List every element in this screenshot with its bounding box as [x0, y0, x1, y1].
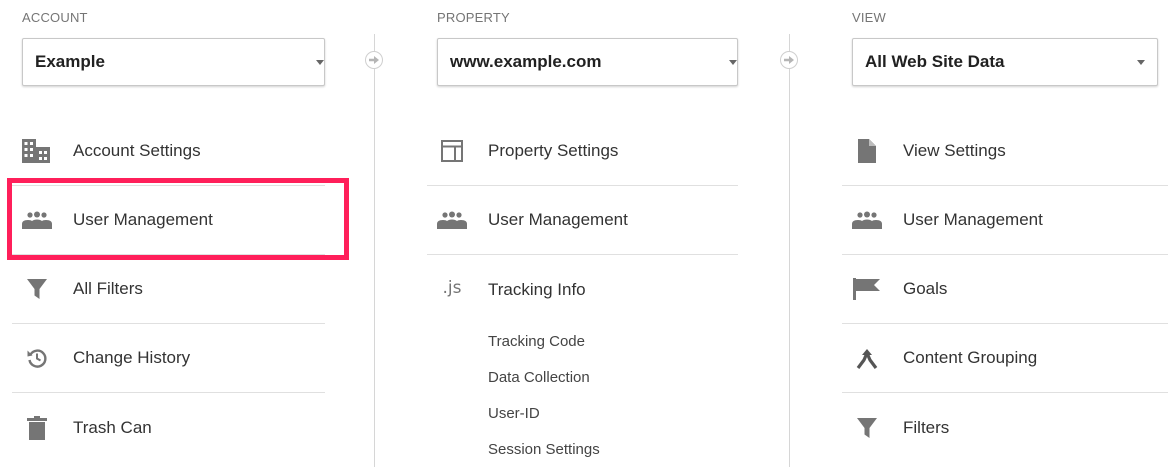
account-user-management-label: User Management: [73, 210, 213, 229]
view-content-grouping-item[interactable]: Content Grouping: [842, 324, 1168, 393]
column-divider: [789, 34, 790, 467]
data-collection-link[interactable]: Data Collection: [488, 360, 600, 396]
js-icon: .js: [442, 277, 462, 298]
filter-icon: [852, 415, 882, 441]
arrow-right-icon: [365, 51, 383, 69]
account-settings-label: Account Settings: [73, 141, 201, 160]
filter-icon: [22, 276, 52, 302]
dropdown-caret-icon: [729, 60, 737, 65]
trash-icon: [22, 415, 52, 441]
account-column: ACCOUNT Example Account Settings User Ma…: [7, 0, 349, 467]
building-icon: [22, 138, 52, 164]
account-all-filters-item[interactable]: All Filters: [12, 255, 325, 324]
view-menu: View Settings User Management Goals Cont…: [842, 117, 1168, 462]
view-filters-label: Filters: [903, 417, 950, 437]
property-settings-item[interactable]: Property Settings: [427, 117, 738, 186]
account-settings-item[interactable]: Account Settings: [12, 117, 325, 186]
property-tracking-info-label: Tracking Info: [488, 279, 586, 299]
layout-icon: [437, 138, 467, 164]
view-settings-item[interactable]: View Settings: [842, 117, 1168, 186]
dropdown-caret-icon: [316, 60, 324, 65]
property-select-value: www.example.com: [450, 52, 602, 71]
account-change-history-item[interactable]: Change History: [12, 324, 325, 393]
arrow-right-icon: [780, 51, 798, 69]
document-icon: [852, 138, 882, 164]
view-select-value: All Web Site Data: [865, 52, 1005, 71]
property-user-management-item[interactable]: User Management: [427, 186, 738, 255]
view-settings-label: View Settings: [903, 141, 1006, 160]
property-tracking-info-item[interactable]: .js Tracking Info: [427, 255, 738, 324]
view-column: VIEW All Web Site Data View Settings Use…: [842, 0, 1168, 467]
users-icon: [437, 207, 467, 233]
dropdown-caret-icon: [1137, 60, 1145, 65]
property-user-management-label: User Management: [488, 210, 628, 229]
view-user-management-item[interactable]: User Management: [842, 186, 1168, 255]
view-content-grouping-label: Content Grouping: [903, 348, 1038, 367]
account-select-value: Example: [35, 52, 105, 71]
property-column-title: PROPERTY: [437, 10, 510, 25]
view-column-title: VIEW: [852, 10, 887, 25]
users-icon: [852, 207, 882, 233]
property-select[interactable]: www.example.com: [437, 38, 738, 86]
view-goals-item[interactable]: Goals: [842, 255, 1168, 324]
tracking-code-link[interactable]: Tracking Code: [488, 324, 600, 360]
user-id-link[interactable]: User-ID: [488, 396, 600, 432]
account-select[interactable]: Example: [22, 38, 325, 86]
account-trash-can-item[interactable]: Trash Can: [12, 393, 325, 462]
flag-icon: [852, 276, 882, 302]
view-select[interactable]: All Web Site Data: [852, 38, 1158, 86]
session-settings-link[interactable]: Session Settings: [488, 432, 600, 468]
account-trash-can-label: Trash Can: [73, 417, 152, 437]
view-user-management-label: User Management: [903, 210, 1043, 229]
column-divider: [374, 34, 375, 467]
account-user-management-item[interactable]: User Management: [12, 186, 325, 255]
account-column-title: ACCOUNT: [22, 10, 88, 25]
view-goals-label: Goals: [903, 279, 948, 298]
account-all-filters-label: All Filters: [73, 279, 143, 298]
view-filters-item[interactable]: Filters: [842, 393, 1168, 462]
history-icon: [22, 345, 52, 371]
property-column: PROPERTY www.example.com Property Settin…: [427, 0, 738, 467]
tracking-info-submenu: Tracking Code Data Collection User-ID Se…: [488, 320, 600, 468]
property-menu: Property Settings User Management .js Tr…: [427, 117, 738, 324]
account-change-history-label: Change History: [73, 348, 191, 367]
users-icon: [22, 207, 52, 233]
content-grouping-icon: [852, 345, 882, 371]
property-settings-label: Property Settings: [488, 141, 619, 160]
account-menu: Account Settings User Management All Fil…: [12, 117, 325, 462]
